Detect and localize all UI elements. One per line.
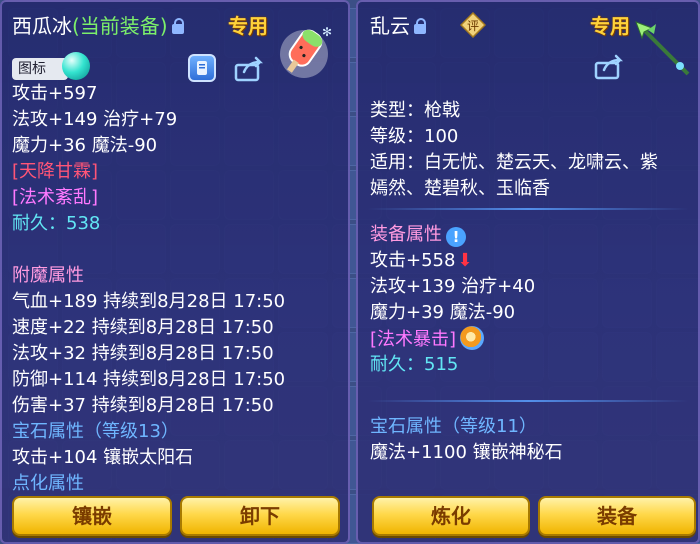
icon-tag-button[interactable]: 图标 xyxy=(12,58,68,80)
stat-text: 适用：白无忧、楚云天、龙啸云、紫 xyxy=(370,152,658,173)
stat-line: 魔力+36 魔法-90 xyxy=(12,133,285,159)
stat-text: 法攻+149 治疗+79 xyxy=(12,109,178,130)
stat-line: 宝石属性（等级13） xyxy=(12,419,285,445)
left-exclusive-label: 专用 xyxy=(228,14,268,38)
current-equipment-panel: 西瓜冰(当前装备) 专用 ✻ 图标 攻击+597 法攻+149 治疗+79 魔力+3… xyxy=(0,0,350,544)
stat-text: 法攻+139 治疗+40 xyxy=(370,276,536,297)
stat-line: 速度+22 持续到8月28日 17:50 xyxy=(12,315,285,341)
stat-line: 点化属性 xyxy=(12,471,285,497)
lock-icon xyxy=(414,18,426,34)
stat-text: 等级：100 xyxy=(370,126,459,147)
equip-button[interactable]: 装备 xyxy=(538,496,696,536)
stat-text: 魔法+1100 镶嵌神秘石 xyxy=(370,442,563,463)
stat-text: 攻击+558 xyxy=(370,250,456,271)
stat-line: 法攻+149 治疗+79 xyxy=(12,107,285,133)
stat-text: 类型：枪戟 xyxy=(370,100,460,121)
stat-line: 攻击+597 xyxy=(12,81,285,107)
stat-line: 防御+114 持续到8月28日 17:50 xyxy=(12,367,285,393)
orb-toggle-icon[interactable] xyxy=(62,52,90,80)
stat-line: 类型：枪戟 xyxy=(370,98,658,124)
left-title: 西瓜冰(当前装备) xyxy=(12,10,184,39)
stat-text: 点化属性 xyxy=(12,473,84,494)
stat-line: 附魔属性 xyxy=(12,263,285,289)
stat-line: [法术暴击] xyxy=(370,326,535,352)
stat-line: 魔力+39 魔法-90 xyxy=(370,300,535,326)
stat-text: 宝石属性（等级13） xyxy=(12,421,179,442)
stat-line: 装备属性! xyxy=(370,222,535,248)
share-icon[interactable] xyxy=(234,56,264,82)
stat-text: 攻击+104 镶嵌太阳石 xyxy=(12,447,194,468)
compare-equipment-panel: 乱云 评 专用 类型：枪戟等级：100 适用：白无忧、楚云天、龙啸云、紫 嫣然、楚碧… xyxy=(356,0,700,544)
section-divider xyxy=(368,208,688,210)
right-exclusive-label: 专用 xyxy=(590,14,630,38)
left-item-name: 西瓜冰 xyxy=(12,14,72,38)
stat-line: 耐久：538 xyxy=(12,211,285,237)
right-gem-list: 宝石属性（等级11） 魔法+1100 镶嵌神秘石 xyxy=(370,414,563,466)
stat-text: [法术暴击] xyxy=(370,329,457,350)
stat-text: 魔力+36 魔法-90 xyxy=(12,135,158,156)
popsicle-item-icon: ✻ xyxy=(280,25,332,78)
scroll-badge-icon[interactable] xyxy=(188,54,216,82)
down-arrow-icon: ⬇ xyxy=(457,250,473,271)
stat-text: 耐久：538 xyxy=(12,213,101,234)
spear-item-icon xyxy=(635,21,690,76)
unequip-button[interactable]: 卸下 xyxy=(180,496,340,536)
refine-button[interactable]: 炼化 xyxy=(372,496,530,536)
share-icon[interactable] xyxy=(594,54,624,80)
stat-text: [法术紊乱] xyxy=(12,187,99,208)
stat-line: 气血+189 持续到8月28日 17:50 xyxy=(12,289,285,315)
stat-text: 嫣然、楚碧秋、玉临香 xyxy=(370,178,550,199)
stat-text: 魔力+39 魔法-90 xyxy=(370,302,516,323)
stat-line: 耐久：515 xyxy=(370,352,535,378)
stat-line: 法攻+32 持续到8月28日 17:50 xyxy=(12,341,285,367)
stat-line: 嫣然、楚碧秋、玉临香 xyxy=(370,176,658,202)
stat-text: [天降甘霖] xyxy=(12,161,99,182)
stat-text: 气血+189 持续到8月28日 17:50 xyxy=(12,291,286,312)
svg-text:评: 评 xyxy=(467,19,479,33)
stat-line: 法攻+139 治疗+40 xyxy=(370,274,535,300)
stat-line: 伤害+37 持续到8月28日 17:50 xyxy=(12,393,285,419)
stat-line: 适用：白无忧、楚云天、龙啸云、紫 xyxy=(370,150,658,176)
right-info-list: 类型：枪戟等级：100 适用：白无忧、楚云天、龙啸云、紫 嫣然、楚碧秋、玉临香 xyxy=(370,98,658,202)
left-stats-list: 攻击+597 法攻+149 治疗+79 魔力+36 魔法-90 [天降甘霖] [法术紊乱… xyxy=(12,81,285,497)
right-title: 乱云 xyxy=(370,10,426,39)
info-icon[interactable]: ! xyxy=(446,227,466,247)
stat-text: 耐久：515 xyxy=(370,354,459,375)
lock-icon xyxy=(171,18,184,34)
inlay-button[interactable]: 镶嵌 xyxy=(12,496,172,536)
section-divider xyxy=(368,400,688,402)
right-item-name: 乱云 xyxy=(370,14,410,38)
stat-line: 攻击+104 镶嵌太阳石 xyxy=(12,445,285,471)
stat-text: 法攻+32 持续到8月28日 17:50 xyxy=(12,343,274,364)
stat-text: 攻击+597 xyxy=(12,83,98,104)
stat-line xyxy=(12,237,285,263)
stat-text: 速度+22 持续到8月28日 17:50 xyxy=(12,317,274,338)
stat-line: [天降甘霖] xyxy=(12,159,285,185)
swirl-icon xyxy=(460,326,485,350)
stat-text: 防御+114 持续到8月28日 17:50 xyxy=(12,369,286,390)
stat-line: 攻击+558 ⬇ xyxy=(370,248,535,274)
stat-line: [法术紊乱] xyxy=(12,185,285,211)
svg-text:✻: ✻ xyxy=(322,25,332,39)
stat-text: 伤害+37 持续到8月28日 17:50 xyxy=(12,395,274,416)
stat-text: 装备属性 xyxy=(370,224,442,245)
rate-badge[interactable]: 评 xyxy=(460,12,486,38)
stat-text: 附魔属性 xyxy=(12,265,84,286)
stat-line: 宝石属性（等级11） xyxy=(370,414,563,440)
stat-line: 等级：100 xyxy=(370,124,658,150)
current-equipped-label: (当前装备) xyxy=(72,14,168,38)
stat-text: 宝石属性（等级11） xyxy=(370,416,537,437)
right-attr-list: 装备属性! 攻击+558 ⬇ 法攻+139 治疗+40 魔力+39 魔法-90 [法术暴击… xyxy=(370,222,535,378)
stat-line: 魔法+1100 镶嵌神秘石 xyxy=(370,440,563,466)
